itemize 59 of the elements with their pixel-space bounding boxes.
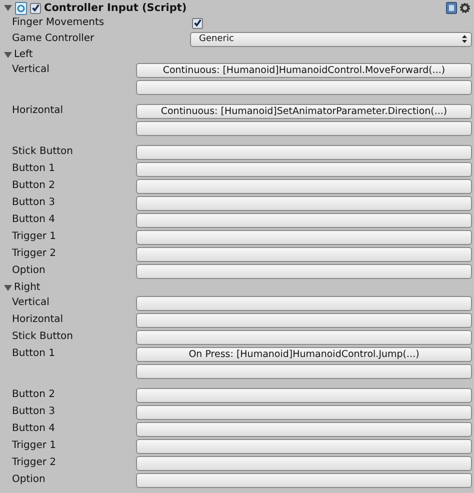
- event-label: Vertical: [11, 63, 50, 77]
- checkbox[interactable]: [192, 18, 203, 28]
- empty-event-slot[interactable]: [136, 422, 472, 437]
- empty-event-slot[interactable]: [136, 388, 472, 403]
- event-label: Option: [11, 473, 46, 487]
- event-label: Button 1: [11, 347, 56, 361]
- enable-checkbox[interactable]: [30, 2, 41, 14]
- event-button[interactable]: Continuous: [Humanoid]SetAnimatorParameter.Direction(...): [136, 104, 472, 119]
- event-label: Button 1: [11, 162, 56, 176]
- event-label: Trigger 2: [11, 456, 58, 470]
- empty-event-slot[interactable]: [136, 330, 472, 345]
- dropdown-value: Generic: [199, 34, 234, 44]
- event-label: Horizontal: [11, 313, 64, 327]
- empty-event-slot[interactable]: [136, 230, 472, 245]
- event-label: Stick Button: [11, 330, 74, 344]
- empty-event-slot[interactable]: [136, 247, 472, 262]
- event-label: Button 4: [11, 422, 56, 436]
- empty-event-slot[interactable]: [136, 296, 472, 311]
- script-icon: [15, 2, 27, 14]
- event-button[interactable]: On Press: [Humanoid]HumanoidControl.Jump(...): [136, 347, 472, 362]
- empty-event-slot[interactable]: [136, 162, 472, 177]
- event-label: Horizontal: [11, 104, 64, 118]
- section-title: Left: [14, 49, 33, 60]
- fold-arrow-icon[interactable]: [4, 4, 12, 12]
- component-title: Controller Input (Script): [44, 2, 187, 14]
- empty-event-slot[interactable]: [136, 264, 472, 279]
- empty-event-slot[interactable]: [136, 405, 472, 420]
- event-label: Button 3: [11, 405, 56, 419]
- fold-arrow-icon[interactable]: [4, 284, 12, 292]
- empty-event-slot[interactable]: [136, 213, 472, 228]
- event-label: Stick Button: [11, 145, 74, 159]
- field-label: Game Controller: [11, 32, 96, 46]
- fold-arrow-icon[interactable]: [4, 50, 12, 58]
- event-label: Button 2: [11, 388, 56, 402]
- event-label: Button 3: [11, 196, 56, 210]
- empty-event-slot[interactable]: [136, 145, 472, 160]
- field-label: Finger Movements: [11, 16, 106, 30]
- event-label: Button 4: [11, 213, 56, 227]
- event-label: Vertical: [11, 296, 50, 310]
- event-label: Trigger 1: [11, 439, 58, 453]
- empty-event-slot[interactable]: [136, 473, 472, 488]
- empty-event-slot[interactable]: [136, 179, 472, 194]
- event-label: Trigger 1: [11, 230, 58, 244]
- dropdown[interactable]: Generic: [190, 32, 472, 46]
- event-label: Button 2: [11, 179, 56, 193]
- empty-event-slot[interactable]: [136, 364, 472, 379]
- help-book-icon[interactable]: [446, 2, 457, 14]
- settings-icon[interactable]: [460, 3, 470, 13]
- section-title: Right: [14, 282, 40, 293]
- empty-event-slot[interactable]: [136, 456, 472, 471]
- empty-event-slot[interactable]: [136, 439, 472, 454]
- empty-event-slot[interactable]: [136, 196, 472, 211]
- empty-event-slot[interactable]: [136, 121, 472, 136]
- event-label: Trigger 2: [11, 247, 58, 261]
- up-down-arrows-icon: [462, 35, 467, 43]
- empty-event-slot[interactable]: [136, 80, 472, 95]
- event-button[interactable]: Continuous: [Humanoid]HumanoidControl.MoveForward(...): [136, 63, 472, 78]
- event-label: Option: [11, 264, 46, 278]
- empty-event-slot[interactable]: [136, 313, 472, 328]
